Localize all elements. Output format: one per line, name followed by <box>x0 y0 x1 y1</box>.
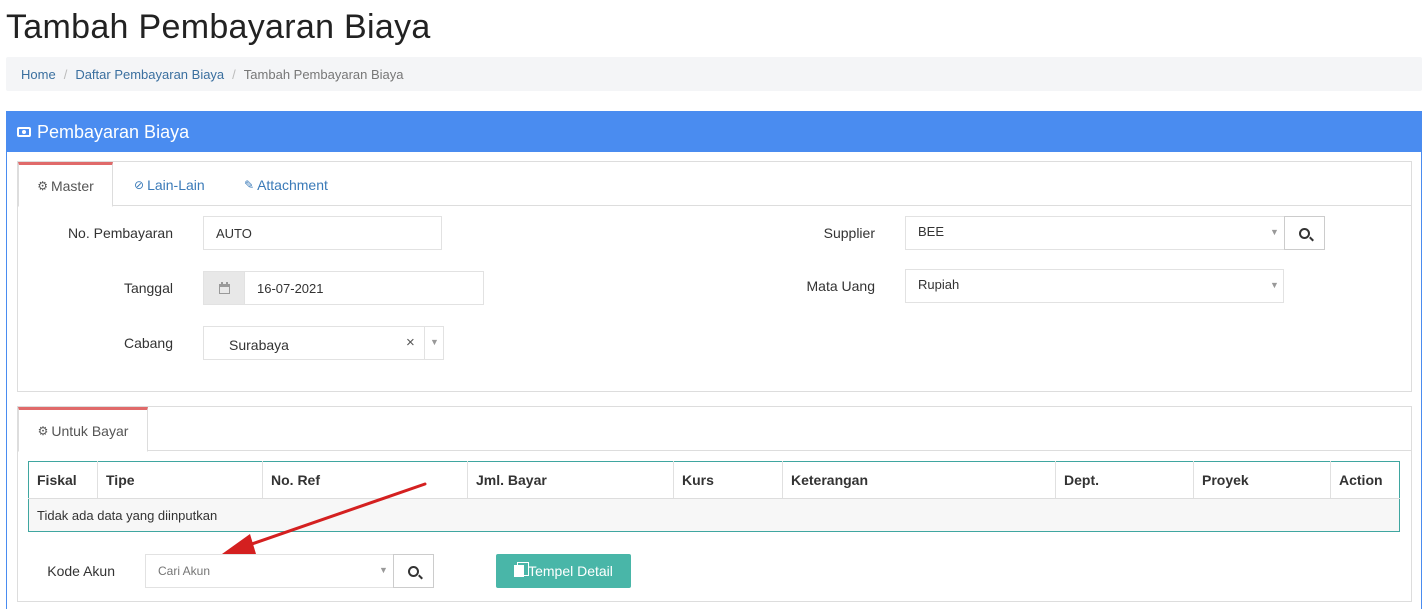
column-header: Kurs <box>673 461 783 499</box>
tab-untuk-bayar[interactable]: ⚙ Untuk Bayar <box>18 407 148 452</box>
detail-tab-bar: ⚙ Untuk Bayar <box>18 407 1411 452</box>
search-icon <box>1299 227 1310 239</box>
panel-title: Pembayaran Biaya <box>37 121 190 142</box>
supplier-select[interactable]: BEE <box>905 216 1285 250</box>
kode-akun-search-button[interactable] <box>393 554 434 588</box>
chevron-down-icon[interactable]: ▼ <box>1270 227 1279 237</box>
column-header: Proyek <box>1193 461 1331 499</box>
tanggal-input[interactable]: 16-07-2021 <box>244 271 484 305</box>
breadcrumb-list-link[interactable]: Daftar Pembayaran Biaya <box>75 67 224 82</box>
supplier-value: BEE <box>918 223 945 239</box>
supplier-label: Supplier <box>823 225 875 241</box>
mata-uang-select[interactable]: Rupiah <box>905 269 1284 303</box>
chevron-down-icon[interactable]: ▼ <box>430 337 439 347</box>
empty-message: Tidak ada data yang diinputkan <box>28 498 1400 532</box>
kode-akun-label: Kode Akun <box>47 563 115 579</box>
tab-label: Lain-Lain <box>147 176 205 193</box>
column-header: Tipe <box>97 461 263 499</box>
column-header: Fiskal <box>28 461 98 499</box>
chevron-down-icon[interactable]: ▼ <box>379 565 388 575</box>
paperclip-icon: ✎ <box>244 177 255 192</box>
page-title: Tambah Pembayaran Biaya <box>6 8 431 46</box>
supplier-search-button[interactable] <box>1284 216 1325 250</box>
column-header: Jml. Bayar <box>467 461 674 499</box>
cabang-value: Surabaya <box>229 337 289 353</box>
payment-detail-table: Fiskal Tipe No. Ref Jml. Bayar Kurs Kete… <box>28 461 1400 532</box>
column-header: Keterangan <box>782 461 1056 499</box>
tanggal-label: Tanggal <box>123 280 173 296</box>
no-pembayaran-label: No. Pembayaran <box>67 225 173 241</box>
tempel-detail-label: Tempel Detail <box>528 563 613 579</box>
mata-uang-label: Mata Uang <box>806 278 875 294</box>
calendar-icon[interactable] <box>203 271 245 305</box>
breadcrumb-home-link[interactable]: Home <box>21 67 56 82</box>
table-header-row: Fiskal Tipe No. Ref Jml. Bayar Kurs Kete… <box>28 461 1400 499</box>
column-header: No. Ref <box>262 461 468 499</box>
breadcrumb-separator: / <box>232 66 236 82</box>
column-header: Action <box>1330 461 1400 499</box>
no-pembayaran-input[interactable]: AUTO <box>203 216 442 250</box>
table-row: Tidak ada data yang diinputkan <box>28 498 1400 532</box>
master-tab-bar: ⚙ Master ⊘ Lain-Lain ✎ Attachment <box>18 162 1411 207</box>
column-header: Dept. <box>1055 461 1194 499</box>
mata-uang-value: Rupiah <box>918 276 960 292</box>
money-icon <box>17 127 31 137</box>
search-icon <box>408 565 419 577</box>
tab-label: Master <box>50 177 94 194</box>
tempel-detail-button[interactable]: Tempel Detail <box>496 554 631 588</box>
cabang-label: Cabang <box>123 335 173 351</box>
chevron-down-icon[interactable]: ▼ <box>1270 280 1279 290</box>
check-circle-icon: ⊘ <box>134 177 145 192</box>
breadcrumb-current: Tambah Pembayaran Biaya <box>243 66 404 82</box>
breadcrumb: Home / Daftar Pembayaran Biaya / Tambah … <box>6 57 1422 91</box>
gears-icon: ⚙ <box>37 178 48 193</box>
tab-lain-lain[interactable]: ⊘ Lain-Lain <box>118 162 221 207</box>
paste-icon <box>514 562 530 577</box>
kode-akun-input[interactable] <box>145 554 394 588</box>
clear-icon[interactable]: × <box>406 334 415 351</box>
breadcrumb-separator: / <box>63 66 68 82</box>
tab-master[interactable]: ⚙ Master <box>18 162 113 207</box>
select-divider <box>424 326 425 360</box>
panel-heading: Pembayaran Biaya <box>7 112 1421 152</box>
tab-label: Untuk Bayar <box>51 422 129 439</box>
tab-attachment[interactable]: ✎ Attachment <box>228 162 344 207</box>
tab-label: Attachment <box>257 176 328 193</box>
gears-icon: ⚙ <box>37 423 49 438</box>
